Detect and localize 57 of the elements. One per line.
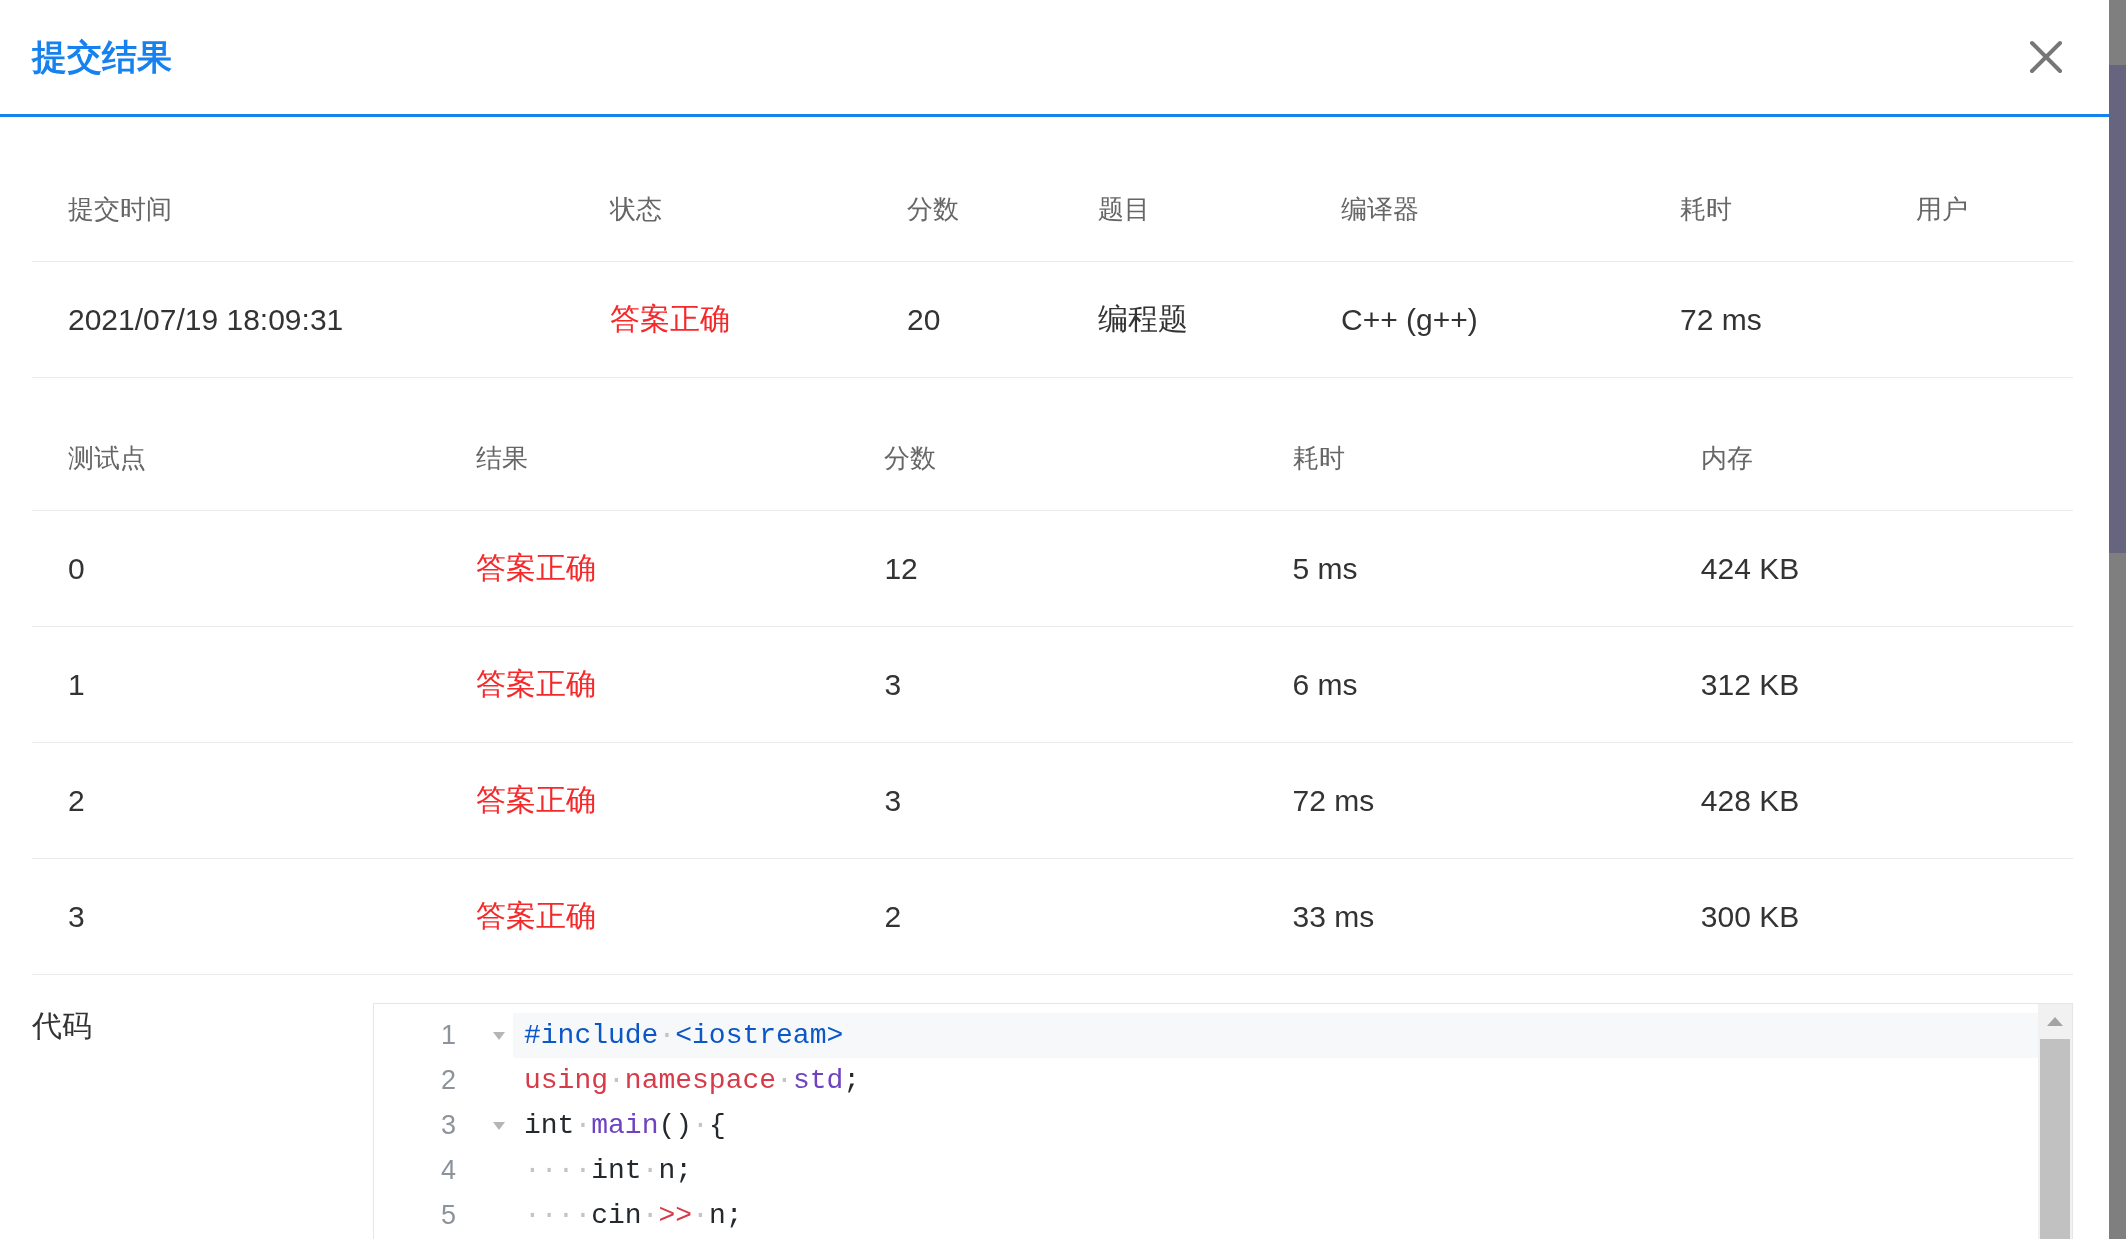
status-text: 答案正确 <box>476 551 597 584</box>
column-header: 结果 <box>476 443 529 473</box>
scrollbar-thumb[interactable] <box>2040 1039 2070 1239</box>
table-cell: 5 ms <box>1292 551 1358 585</box>
table-cell: 33 ms <box>1292 899 1375 933</box>
scrollbar[interactable] <box>2038 1004 2072 1239</box>
line-number: 2 <box>440 1065 456 1095</box>
scroll-up-icon[interactable] <box>2047 1017 2063 1026</box>
close-icon <box>2029 40 2063 74</box>
column-header: 耗时 <box>1292 443 1345 473</box>
code-line: int·main()·{ <box>524 1110 726 1141</box>
column-header: 编译器 <box>1341 194 1419 224</box>
table-cell: 2021/07/19 18:09:31 <box>68 302 344 336</box>
column-header: 内存 <box>1700 443 1753 473</box>
status-text: 答案正确 <box>476 667 597 700</box>
code-line: ····cin·>>·n; <box>524 1200 743 1231</box>
status-text: 答案正确 <box>476 899 597 932</box>
status-text: 答案正确 <box>610 302 730 335</box>
table-cell: 3 <box>884 667 902 701</box>
code-label: 代码 <box>32 1009 92 1042</box>
line-number: 5 <box>440 1200 456 1230</box>
table-cell: 3 <box>884 783 902 817</box>
line-number: 1 <box>440 1020 456 1050</box>
column-header: 分数 <box>907 194 959 224</box>
column-header: 测试点 <box>68 443 146 473</box>
code-editor[interactable]: 1 #include·<iostream> 2 using·namespace·std; 3 int·main()·{ 4 ····int·n; 5 ····cin·>>·n; <box>373 1003 2073 1239</box>
table-cell: 6 ms <box>1292 667 1358 701</box>
table-cell: 20 <box>907 302 941 336</box>
column-header: 题目 <box>1098 194 1150 224</box>
caret-down-icon[interactable] <box>493 1031 505 1040</box>
code-line: ····int·n; <box>524 1155 693 1186</box>
column-header: 耗时 <box>1680 194 1732 224</box>
table-cell: 72 ms <box>1680 302 1762 336</box>
table-cell: 12 <box>884 551 918 585</box>
dialog-title: 提交结果 <box>32 36 172 78</box>
table-cell: 2 <box>68 783 85 817</box>
table-cell: 424 KB <box>1700 551 1800 585</box>
code-line: using·namespace·std; <box>524 1065 861 1096</box>
table-cell: 72 ms <box>1292 783 1375 817</box>
code-line: #include·<iostream> <box>524 1020 844 1051</box>
table-cell: 0 <box>68 551 85 585</box>
close-button[interactable] <box>2029 40 2063 74</box>
line-number: 3 <box>440 1110 456 1140</box>
table-cell: C++ (g++) <box>1341 302 1478 336</box>
table-cell: 428 KB <box>1700 783 1800 817</box>
table-cell: 3 <box>68 899 85 933</box>
status-text: 答案正确 <box>476 783 597 816</box>
table-cell: 300 KB <box>1700 899 1800 933</box>
table-cell: 2 <box>884 899 902 933</box>
table-cell: 312 KB <box>1700 667 1800 701</box>
column-header: 提交时间 <box>68 194 172 224</box>
table-cell: 编程题 <box>1098 302 1188 335</box>
caret-down-icon[interactable] <box>493 1121 505 1130</box>
column-header: 分数 <box>884 443 937 473</box>
column-header: 状态 <box>610 194 662 224</box>
table-cell: 1 <box>68 667 85 701</box>
line-number: 4 <box>440 1155 456 1185</box>
